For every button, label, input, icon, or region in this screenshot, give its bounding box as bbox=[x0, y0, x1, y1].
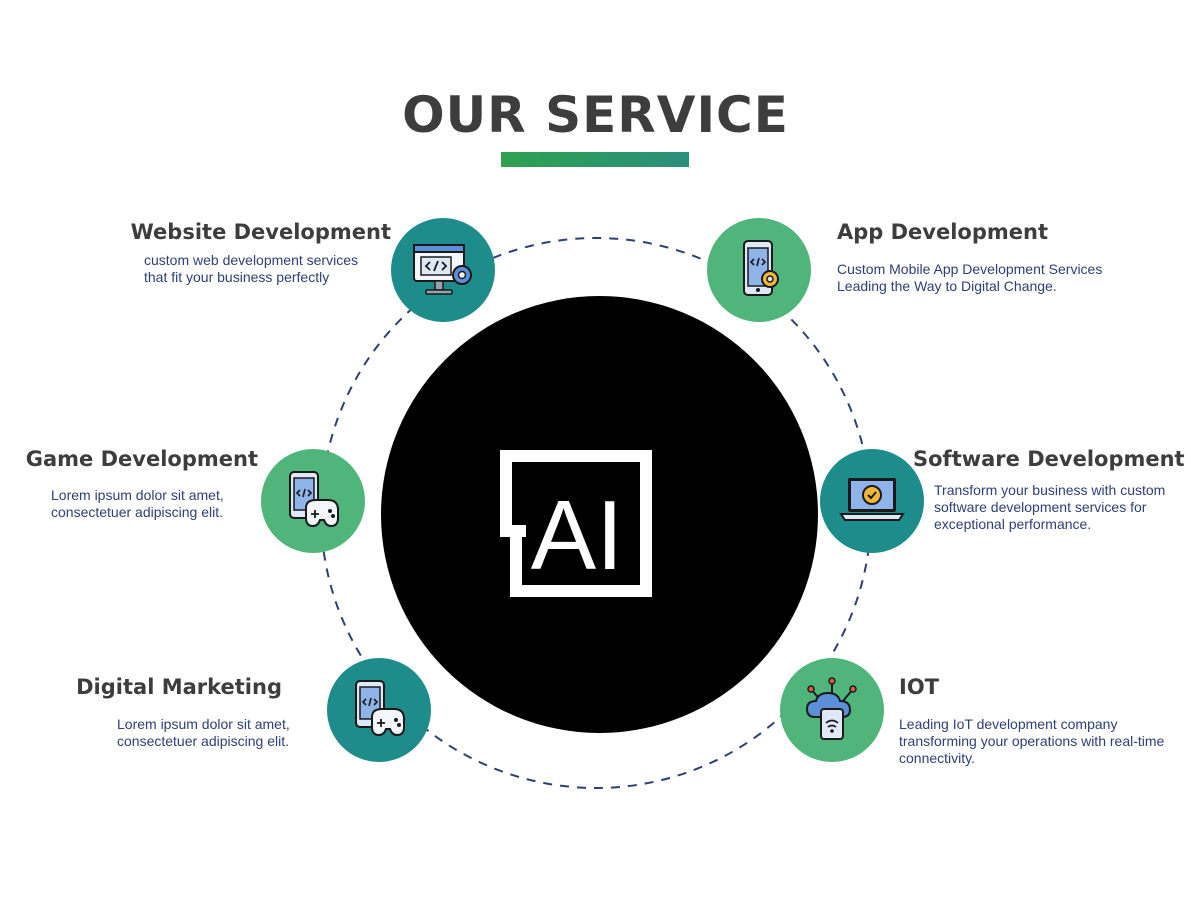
website-development-node[interactable] bbox=[391, 218, 495, 322]
software-development-node[interactable] bbox=[820, 449, 924, 553]
web-development-icon bbox=[413, 244, 472, 295]
app-development-desc-2: Leading the Way to Digital Change. bbox=[837, 278, 1057, 294]
digital-marketing-title: Digital Marketing bbox=[76, 675, 282, 699]
game-development-desc-2: consectetuer adipiscing elit. bbox=[51, 504, 223, 520]
app-development-node[interactable] bbox=[707, 218, 811, 322]
game-controller-icon bbox=[289, 471, 339, 528]
iot-title: IOT bbox=[899, 675, 939, 699]
software-development-desc-3: exceptional performance. bbox=[934, 516, 1092, 532]
digital-marketing-desc-1: Lorem ipsum dolor sit amet, bbox=[117, 716, 290, 732]
ai-core-circle: AI bbox=[381, 296, 818, 733]
laptop-gear-icon bbox=[839, 478, 905, 521]
software-development-desc-1: Transform your business with custom bbox=[934, 482, 1166, 498]
game-controller-icon bbox=[355, 680, 405, 737]
website-development-title: Website Development bbox=[130, 220, 391, 244]
website-development-desc-1: custom web development services bbox=[144, 252, 358, 268]
app-development-title: App Development bbox=[837, 220, 1049, 244]
mobile-app-icon bbox=[743, 240, 779, 296]
game-development-title: Game Development bbox=[25, 447, 258, 471]
game-development-node[interactable] bbox=[261, 449, 365, 553]
app-development-desc-1: Custom Mobile App Development Services bbox=[837, 261, 1103, 277]
iot-desc-2: transforming your operations with real-t… bbox=[899, 733, 1165, 749]
website-development-desc-2: that fit your business perfectly bbox=[144, 269, 330, 285]
game-development-desc-1: Lorem ipsum dolor sit amet, bbox=[51, 487, 224, 503]
digital-marketing-node[interactable] bbox=[327, 658, 431, 762]
software-development-desc-2: software development services for bbox=[934, 499, 1147, 515]
iot-desc-1: Leading IoT development company bbox=[899, 716, 1118, 732]
ai-logo-text: AI bbox=[531, 480, 624, 590]
iot-desc-3: connectivity. bbox=[899, 750, 975, 766]
ai-logo-icon: AI bbox=[500, 450, 652, 597]
digital-marketing-desc-2: consectetuer adipiscing elit. bbox=[117, 733, 289, 749]
iot-cloud-icon bbox=[805, 677, 857, 740]
iot-node[interactable] bbox=[780, 658, 884, 762]
software-development-title: Software Development bbox=[913, 447, 1185, 471]
